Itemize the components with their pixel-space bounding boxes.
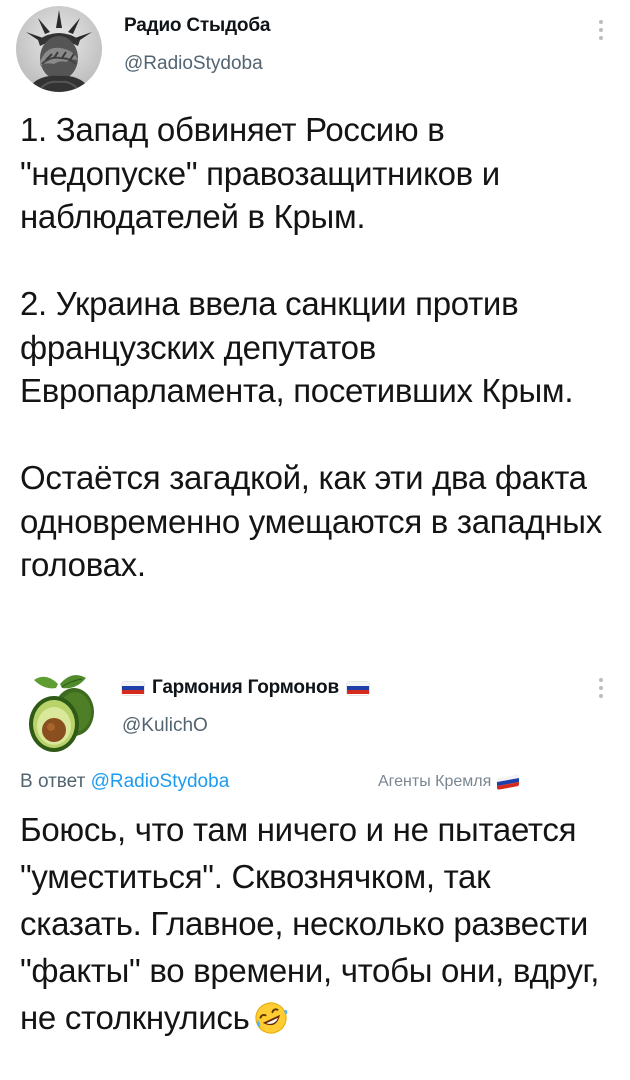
tweet-paragraph: Остаётся загадкой, как эти два факта одн… xyxy=(20,459,602,583)
russia-flag-icon xyxy=(497,774,520,790)
reply-prefix: В ответ xyxy=(20,771,86,792)
reply-author-handle[interactable]: @KulichO xyxy=(122,714,369,738)
reply-author-name-text: Гармония Гормонов xyxy=(152,677,339,698)
russia-flag-icon xyxy=(346,681,369,695)
more-vertical-icon[interactable] xyxy=(598,20,604,40)
tweet-body: 1. Запад обвиняет Россию в "недопуске" п… xyxy=(20,108,606,587)
tweet-reply: Гармония Гормонов @KulichO В ответ @Radi… xyxy=(0,660,630,1080)
tweet-paragraph: 2. Украина ввела санкции против французс… xyxy=(20,285,574,409)
author-block: Радио Стыдоба @RadioStydoba xyxy=(124,14,270,76)
author-name[interactable]: Радио Стыдоба xyxy=(124,14,270,38)
rolling-on-floor-laughing-icon xyxy=(254,1002,287,1034)
avocado-icon xyxy=(29,675,94,752)
reply-author-block: Гармония Гормонов @KulichO xyxy=(122,676,369,738)
author-name-text: Радио Стыдоба xyxy=(124,15,271,36)
community-label-text: Агенты Кремля xyxy=(378,773,492,790)
reply-body: Боюсь, что там ничего и не пытается "уме… xyxy=(20,806,606,1041)
tweet-paragraph: 1. Запад обвиняет Россию в "недопуске" п… xyxy=(20,111,500,235)
reply-to-link[interactable]: @RadioStydoba xyxy=(91,771,230,793)
author-avatar[interactable] xyxy=(16,6,102,92)
community-label[interactable]: Агенты Кремля xyxy=(378,768,520,796)
reply-author-name[interactable]: Гармония Гормонов xyxy=(122,676,369,700)
reply-avatar[interactable] xyxy=(20,672,102,754)
reply-context: В ответ @RadioStydoba Агенты Кремля xyxy=(20,768,606,796)
reply-text: Боюсь, что там ничего и не пытается "уме… xyxy=(20,811,600,1036)
statue-of-liberty-icon xyxy=(16,6,102,92)
tweet-main: Радио Стыдоба @RadioStydoba 1. Запад обв… xyxy=(0,0,630,660)
more-vertical-icon[interactable] xyxy=(598,678,604,698)
russia-flag-icon xyxy=(122,681,144,695)
author-handle[interactable]: @RadioStydoba xyxy=(124,52,270,76)
